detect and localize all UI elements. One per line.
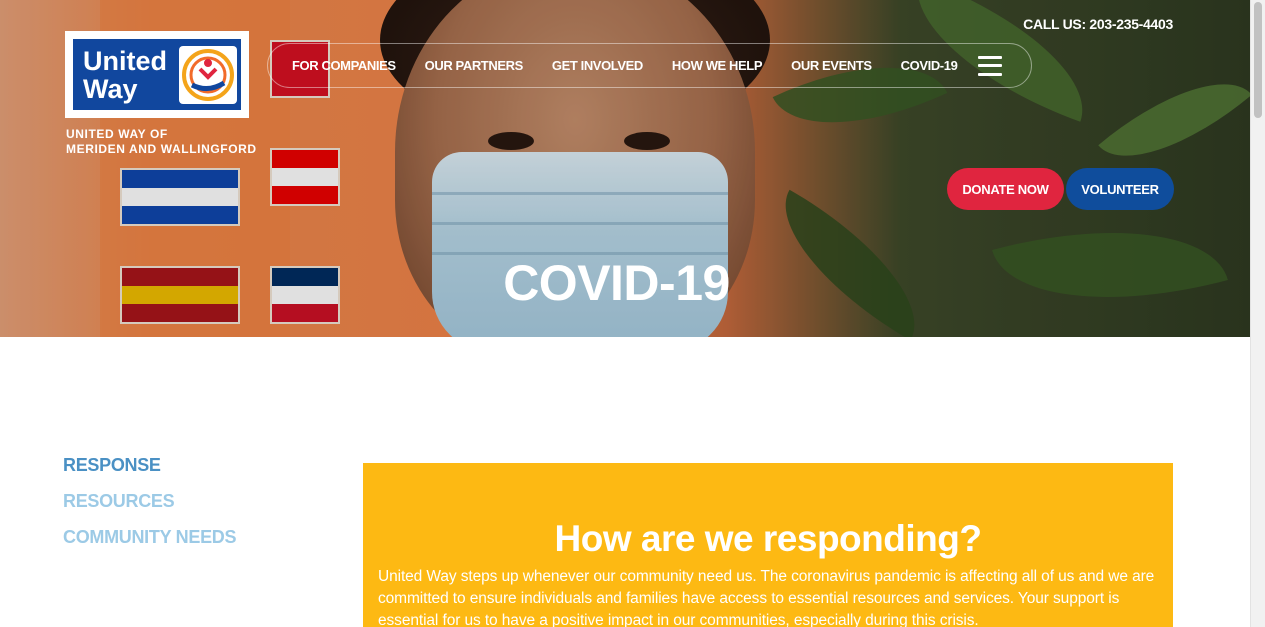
sidebar-item-community-needs[interactable]: COMMUNITY NEEDS xyxy=(63,527,236,563)
panel-title: How are we responding? xyxy=(554,518,982,559)
nav-our-events[interactable]: OUR EVENTS xyxy=(791,58,872,73)
nav-for-companies[interactable]: FOR COMPANIES xyxy=(292,58,396,73)
page-title: COVID-19 xyxy=(503,255,730,311)
org-tagline: UNITED WAY OF MERIDEN AND WALLINGFORD xyxy=(66,127,257,156)
united-way-hand-icon xyxy=(179,45,237,104)
donate-now-button[interactable]: DONATE NOW xyxy=(947,168,1064,210)
nav-how-we-help[interactable]: HOW WE HELP xyxy=(672,58,763,73)
nav-covid-19[interactable]: COVID-19 xyxy=(901,58,958,73)
nav-get-involved[interactable]: GET INVOLVED xyxy=(552,58,643,73)
section-sidebar: RESPONSE RESOURCES COMMUNITY NEEDS xyxy=(63,455,236,563)
logo-line-2: Way xyxy=(83,73,138,104)
sidebar-item-resources[interactable]: RESOURCES xyxy=(63,491,236,527)
hero-banner: United Way UNITED WAY OF MERIDEN AND WAL… xyxy=(0,0,1250,337)
hamburger-icon[interactable] xyxy=(978,55,1003,76)
page-scrollbar[interactable] xyxy=(1250,0,1265,627)
united-way-logo[interactable]: United Way xyxy=(65,31,249,118)
nav-our-partners[interactable]: OUR PARTNERS xyxy=(425,58,524,73)
scroll-thumb[interactable] xyxy=(1254,2,1262,118)
call-us-link[interactable]: CALL US: 203-235-4403 xyxy=(1023,16,1173,32)
volunteer-button[interactable]: VOLUNTEER xyxy=(1066,168,1174,210)
response-panel: How are we responding? United Way steps … xyxy=(363,463,1173,627)
panel-body: United Way steps up whenever our communi… xyxy=(378,568,1155,627)
main-nav: FOR COMPANIES OUR PARTNERS GET INVOLVED … xyxy=(267,43,1032,88)
logo-line-1: United xyxy=(83,45,167,76)
sidebar-item-response[interactable]: RESPONSE xyxy=(63,455,236,491)
